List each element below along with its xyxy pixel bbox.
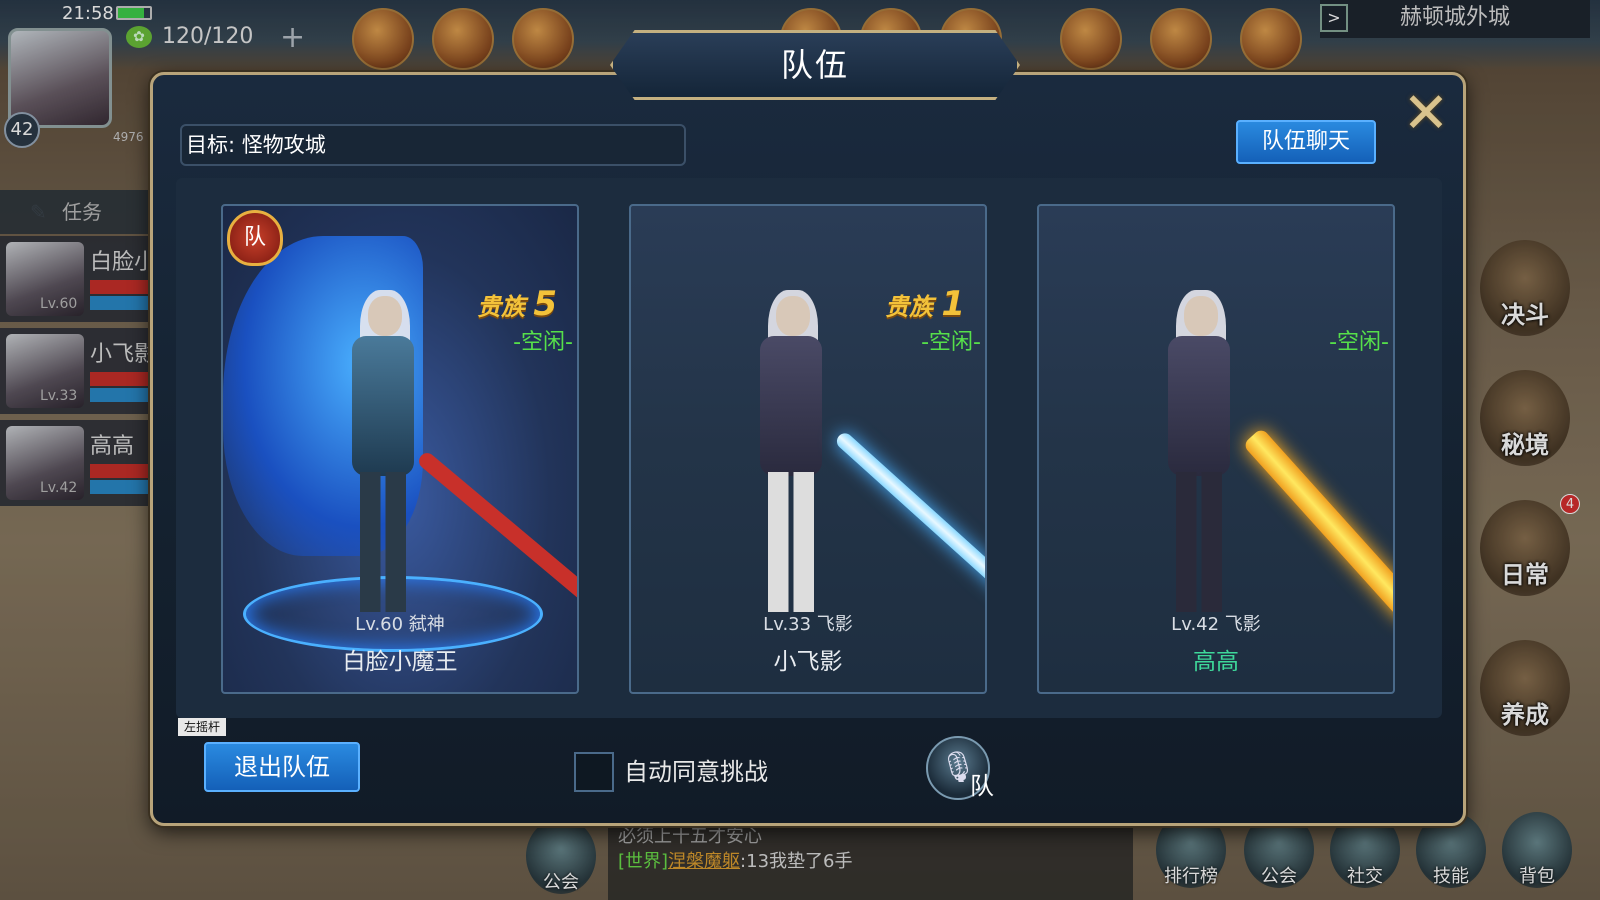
- member-card-3[interactable]: -空闲- Lv.42 飞影 高高: [1037, 204, 1395, 694]
- member-status: -空闲-: [1329, 330, 1389, 355]
- member-card-leader[interactable]: 队 贵族 5 -空闲- Lv.60 弑神 白脸小魔王: [221, 204, 579, 694]
- light-sword-art: [833, 430, 985, 603]
- noble-rank: 贵族 1: [884, 284, 965, 324]
- dialog-title: 队伍: [780, 46, 849, 84]
- auto-accept-checkbox[interactable]: [574, 752, 614, 792]
- voice-team-label: 队: [970, 772, 994, 800]
- noble-rank: 贵族 5: [476, 284, 557, 324]
- member-card-2[interactable]: 贵族 1 -空闲- Lv.33 飞影 小飞影: [629, 204, 987, 694]
- member-status: -空闲-: [921, 330, 981, 355]
- member-level-class: Lv.60 弑神: [355, 614, 445, 635]
- character-model: [746, 290, 836, 626]
- leave-team-button[interactable]: 退出队伍: [204, 742, 360, 792]
- member-status: -空闲-: [513, 330, 573, 355]
- close-icon[interactable]: ✕: [1398, 86, 1454, 142]
- member-name: 小飞影: [773, 649, 843, 675]
- joystick-hint-label: 左摇杆: [178, 718, 226, 736]
- member-name: 高高: [1193, 649, 1239, 675]
- character-model: [1154, 290, 1244, 626]
- team-target-field[interactable]: 目标: 怪物攻城: [180, 124, 686, 166]
- member-name: 白脸小魔王: [342, 649, 458, 675]
- member-level-class: Lv.42 飞影: [1171, 614, 1261, 635]
- character-model: [338, 290, 428, 626]
- auto-accept-label: 自动同意挑战: [624, 758, 768, 786]
- flame-sword-art: [1242, 427, 1393, 624]
- team-chat-button[interactable]: 队伍聊天: [1236, 120, 1376, 164]
- member-level-class: Lv.33 飞影: [763, 614, 853, 635]
- leader-badge-icon: 队: [227, 210, 283, 266]
